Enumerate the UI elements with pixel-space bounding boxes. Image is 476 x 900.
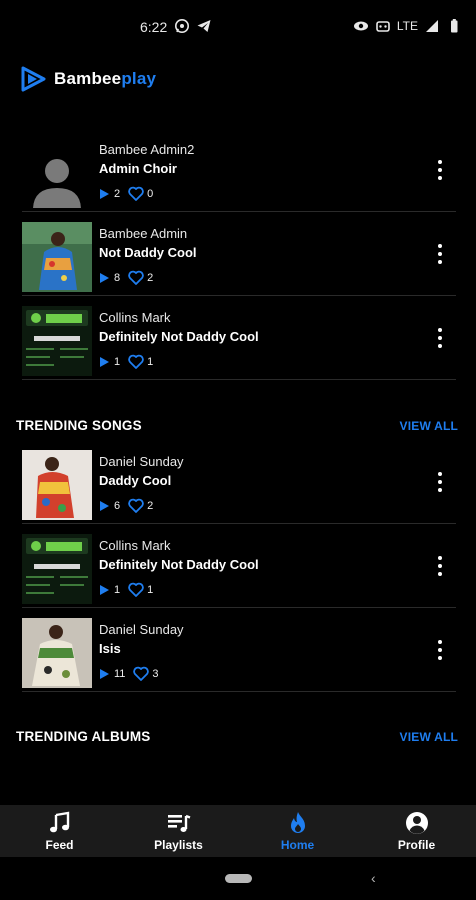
play-count-icon bbox=[100, 668, 109, 679]
song-artist: Bambee Admin bbox=[99, 226, 188, 241]
list-item[interactable]: Bambee Admin2 Admin Choir 2 0 bbox=[22, 128, 456, 212]
battery-icon bbox=[451, 19, 458, 33]
play-count: 6 bbox=[114, 499, 121, 512]
view-all-albums-link[interactable]: VIEW ALL bbox=[400, 730, 458, 744]
like-icon[interactable] bbox=[128, 270, 144, 285]
cast-icon bbox=[376, 21, 390, 32]
more-options-icon[interactable] bbox=[432, 158, 448, 182]
app-name: Bambeeplay bbox=[54, 69, 156, 89]
trending-songs-header: TRENDING SONGS VIEW ALL bbox=[16, 418, 460, 438]
network-type: LTE bbox=[396, 19, 418, 33]
like-icon[interactable] bbox=[133, 666, 150, 681]
list-item[interactable]: Collins Mark Definitely Not Daddy Cool 1… bbox=[22, 296, 456, 380]
yts-poster-image bbox=[22, 534, 92, 604]
play-count: 8 bbox=[114, 271, 121, 284]
telegram-icon bbox=[197, 20, 211, 32]
section-title: TRENDING SONGS bbox=[16, 418, 142, 433]
like-count: 1 bbox=[147, 583, 154, 596]
play-count: 1 bbox=[114, 583, 121, 596]
woman-print-dress-image bbox=[22, 222, 92, 292]
play-count-icon bbox=[100, 356, 109, 367]
like-icon[interactable] bbox=[128, 582, 144, 597]
status-bar: 6:22 LTE bbox=[0, 0, 476, 56]
song-title: Definitely Not Daddy Cool bbox=[99, 329, 259, 344]
trending-songs-list: Daniel Sunday Daddy Cool 6 2 Collins Mar… bbox=[22, 440, 456, 692]
song-artist: Daniel Sunday bbox=[99, 454, 184, 469]
play-count-icon bbox=[100, 584, 109, 595]
nav-playlists[interactable]: Playlists bbox=[119, 805, 238, 857]
song-title: Isis bbox=[99, 641, 121, 656]
song-thumbnail bbox=[22, 450, 92, 520]
song-artist: Daniel Sunday bbox=[99, 622, 184, 637]
view-all-songs-link[interactable]: VIEW ALL bbox=[400, 419, 458, 433]
nav-home[interactable]: Home bbox=[238, 805, 357, 857]
more-options-icon[interactable] bbox=[432, 554, 448, 578]
home-gesture-pill[interactable] bbox=[225, 874, 252, 883]
back-chevron-icon[interactable]: ‹ bbox=[371, 870, 376, 886]
whatsapp-icon bbox=[175, 19, 189, 33]
song-thumbnail bbox=[22, 138, 92, 208]
nav-label: Playlists bbox=[154, 837, 203, 852]
like-icon[interactable] bbox=[128, 498, 144, 513]
placeholder-avatar-icon bbox=[22, 138, 92, 208]
like-count: 1 bbox=[147, 355, 154, 368]
play-count-icon bbox=[100, 188, 109, 199]
like-icon[interactable] bbox=[128, 354, 144, 369]
more-options-icon[interactable] bbox=[432, 638, 448, 662]
list-item[interactable]: Daniel Sunday Daddy Cool 6 2 bbox=[22, 440, 456, 524]
like-count: 2 bbox=[147, 499, 154, 512]
song-thumbnail bbox=[22, 618, 92, 688]
nav-profile[interactable]: Profile bbox=[357, 805, 476, 857]
recent-songs-list: Bambee Admin2 Admin Choir 2 0 Bambee Adm… bbox=[22, 128, 456, 380]
more-options-icon[interactable] bbox=[432, 326, 448, 350]
fire-icon bbox=[290, 811, 305, 833]
like-count: 3 bbox=[152, 667, 159, 680]
woman-print-dress-image bbox=[22, 450, 92, 520]
trending-albums-header: TRENDING ALBUMS VIEW ALL bbox=[16, 729, 460, 749]
more-options-icon[interactable] bbox=[432, 470, 448, 494]
play-count: 11 bbox=[114, 667, 126, 680]
song-thumbnail bbox=[22, 306, 92, 376]
song-title: Daddy Cool bbox=[99, 473, 172, 488]
list-item[interactable]: Bambee Admin Not Daddy Cool 8 2 bbox=[22, 212, 456, 296]
more-options-icon[interactable] bbox=[432, 242, 448, 266]
song-title: Admin Choir bbox=[99, 161, 177, 176]
logo-accent: play bbox=[121, 69, 157, 88]
like-count: 0 bbox=[147, 187, 154, 200]
song-artist: Collins Mark bbox=[99, 538, 171, 553]
like-count: 2 bbox=[147, 271, 154, 284]
play-count: 2 bbox=[114, 187, 121, 200]
bottom-navigation: Feed Playlists Home Profile bbox=[0, 805, 476, 857]
account-circle-icon bbox=[405, 811, 428, 834]
nav-label: Home bbox=[280, 837, 315, 852]
list-item[interactable]: Collins Mark Definitely Not Daddy Cool 1… bbox=[22, 524, 456, 608]
nav-label: Feed bbox=[45, 837, 74, 852]
logo-primary: Bambee bbox=[54, 69, 122, 88]
yts-poster-image bbox=[22, 306, 92, 376]
playlist-icon bbox=[167, 814, 190, 832]
nav-feed[interactable]: Feed bbox=[0, 805, 119, 857]
play-count-icon bbox=[100, 272, 109, 283]
eye-icon bbox=[353, 21, 368, 31]
song-thumbnail bbox=[22, 222, 92, 292]
song-thumbnail bbox=[22, 534, 92, 604]
nav-label: Profile bbox=[397, 837, 436, 852]
system-navigation-bar: ‹ bbox=[0, 857, 476, 900]
song-title: Definitely Not Daddy Cool bbox=[99, 557, 259, 572]
song-artist: Bambee Admin2 bbox=[99, 142, 195, 157]
section-title: TRENDING ALBUMS bbox=[16, 729, 151, 744]
play-count: 1 bbox=[114, 355, 121, 368]
status-time: 6:22 bbox=[140, 19, 168, 35]
app-logo[interactable]: Bambeeplay bbox=[18, 62, 156, 96]
like-icon[interactable] bbox=[128, 186, 144, 201]
signal-icon bbox=[426, 20, 438, 32]
song-title: Not Daddy Cool bbox=[99, 245, 197, 260]
list-item[interactable]: Daniel Sunday Isis 11 3 bbox=[22, 608, 456, 692]
play-count-icon bbox=[100, 500, 109, 511]
play-logo-icon bbox=[21, 66, 46, 92]
music-notes-icon bbox=[49, 811, 69, 832]
song-artist: Collins Mark bbox=[99, 310, 171, 325]
woman-print-dress-image bbox=[22, 618, 92, 688]
